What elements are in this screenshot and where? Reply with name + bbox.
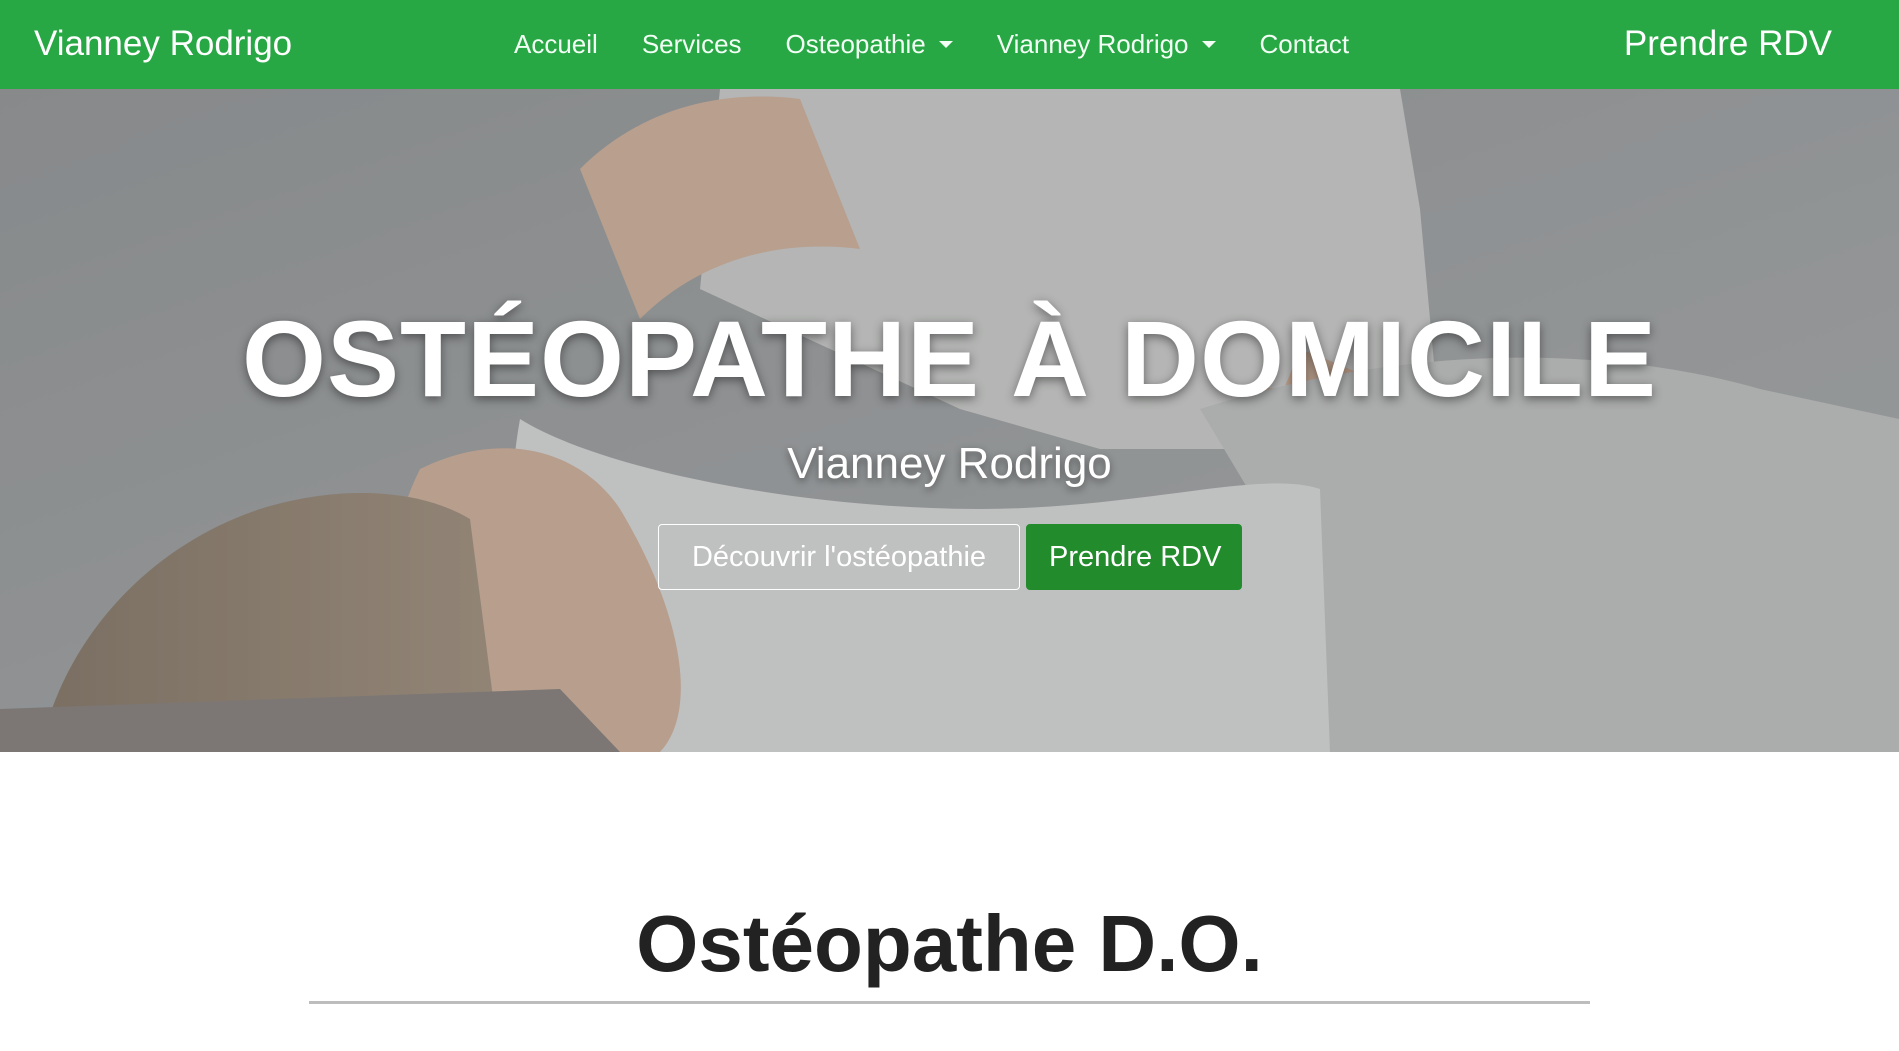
- section-title: Ostéopathe D.O.: [636, 899, 1263, 988]
- section-divider: [309, 1001, 1590, 1004]
- hero-overlay: [0, 89, 1899, 752]
- nav-link-label: Vianney Rodrigo: [996, 29, 1189, 59]
- nav-link-label: Contact: [1259, 29, 1350, 59]
- nav-link-label: Osteopathie: [785, 29, 926, 59]
- nav-dropdown-vianney-rodrigo[interactable]: Vianney Rodrigo: [997, 27, 1216, 61]
- hero-banner: OSTÉOPATHE À DOMICILE Vianney Rodrigo Dé…: [0, 89, 1899, 752]
- nav-link-label: Accueil: [514, 29, 598, 59]
- caret-down-icon: [1201, 40, 1216, 48]
- hero-subtitle: Vianney Rodrigo: [787, 439, 1112, 488]
- nav-dropdown-osteopathie[interactable]: Osteopathie: [786, 27, 953, 61]
- discover-osteopathy-button[interactable]: Découvrir l'ostéopathie: [658, 524, 1020, 590]
- nav-links: Accueil Services Osteopathie Vianney Rod…: [514, 27, 1349, 61]
- top-navbar: Vianney Rodrigo Accueil Services Osteopa…: [0, 0, 1899, 89]
- brand-logo-link[interactable]: Vianney Rodrigo: [34, 22, 292, 66]
- nav-link-contact[interactable]: Contact: [1260, 27, 1350, 61]
- nav-link-accueil[interactable]: Accueil: [514, 27, 598, 61]
- hero-button-group: Découvrir l'ostéopathie Prendre RDV: [658, 524, 1242, 590]
- nav-appointment-button[interactable]: Prendre RDV: [1624, 22, 1832, 66]
- hero-title: OSTÉOPATHE À DOMICILE: [241, 298, 1658, 419]
- hero-appointment-button[interactable]: Prendre RDV: [1026, 524, 1242, 590]
- caret-down-icon: [938, 40, 953, 48]
- nav-link-label: Services: [641, 29, 742, 59]
- nav-link-services[interactable]: Services: [642, 27, 742, 61]
